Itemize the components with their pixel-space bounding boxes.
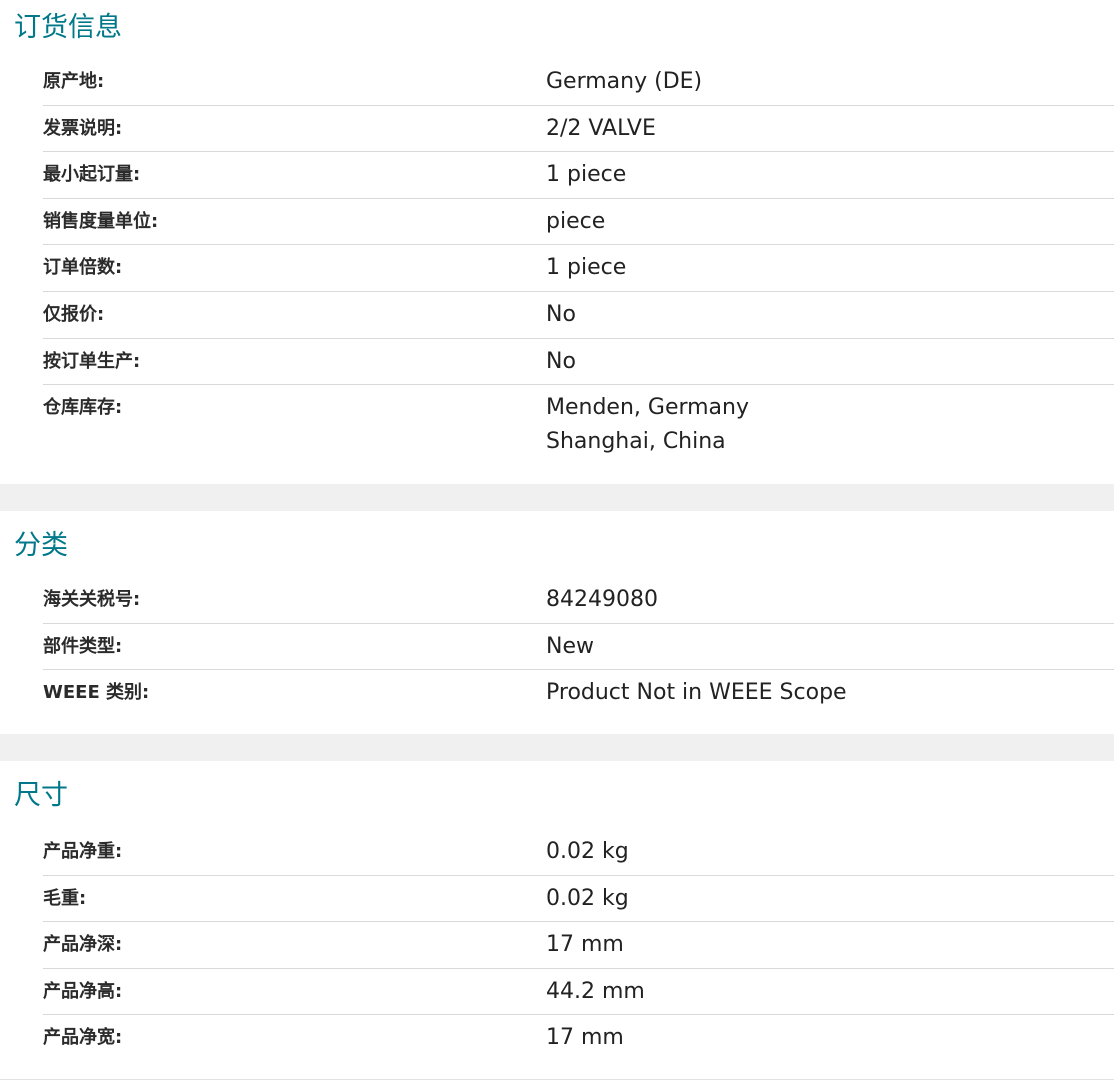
row-net-depth: 产品净深: 17 mm — [43, 922, 1114, 969]
row-quote-only: 仅报价: No — [43, 292, 1114, 339]
dimensions-section: 尺寸 产品净重: 0.02 kg 毛重: 0.02 kg 产品净深: 17 mm… — [0, 761, 1114, 1079]
classification-list: 海关关税号: 84249080 部件类型: New WEEE 类别: Produ… — [43, 577, 1114, 717]
row-value: New — [546, 633, 594, 659]
row-net-width: 产品净宽: 17 mm — [43, 1015, 1114, 1062]
row-value: No — [546, 348, 576, 374]
row-value: 0.02 kg — [546, 839, 629, 864]
row-value: 84249080 — [546, 587, 658, 612]
row-weee-category: WEEE 类别: Product Not in WEEE Scope — [43, 670, 1114, 717]
row-value: 17 mm — [546, 932, 624, 958]
row-label: 海关关税号: — [43, 589, 141, 610]
row-label: 销售度量单位: — [43, 210, 159, 232]
row-value: No — [546, 301, 576, 327]
warehouse-location: Shanghai, China — [546, 429, 726, 455]
row-value: 44.2 mm — [546, 978, 645, 1004]
row-label: 仅报价: — [43, 303, 105, 325]
dimensions-list: 产品净重: 0.02 kg 毛重: 0.02 kg 产品净深: 17 mm 产品… — [43, 829, 1114, 1062]
row-warehouse-stock: 仓库库存: Menden, Germany Shanghai, China — [43, 385, 1114, 460]
row-value: 1 piece — [546, 255, 627, 281]
row-made-to-order: 按订单生产: No — [43, 339, 1114, 386]
row-value: Germany (DE) — [546, 69, 703, 94]
order-info-list: 原产地: Germany (DE) 发票说明: 2/2 VALVE 最小起订量:… — [43, 59, 1114, 460]
row-value: Product Not in WEEE Scope — [546, 680, 847, 706]
row-label: 发票说明: — [43, 117, 123, 139]
section-divider — [0, 734, 1114, 761]
row-value: Menden, Germany Shanghai, China — [546, 385, 749, 459]
row-label: 订单倍数: — [43, 257, 123, 279]
row-sales-unit: 销售度量单位: piece — [43, 199, 1114, 246]
row-value: 17 mm — [546, 1025, 624, 1051]
row-net-weight: 产品净重: 0.02 kg — [43, 829, 1114, 876]
row-net-height: 产品净高: 44.2 mm — [43, 969, 1114, 1016]
order-info-section: 订货信息 原产地: Germany (DE) 发票说明: 2/2 VALVE 最… — [0, 0, 1114, 484]
row-label: 按订单生产: — [43, 350, 141, 372]
row-minimum-order-quantity: 最小起订量: 1 piece — [43, 152, 1114, 199]
row-country-of-origin: 原产地: Germany (DE) — [43, 59, 1114, 106]
row-label: 毛重: — [43, 887, 87, 909]
row-label: 部件类型: — [43, 635, 123, 657]
classification-title: 分类 — [14, 530, 68, 561]
row-value: 2/2 VALVE — [546, 115, 656, 141]
row-label: 产品净高: — [43, 980, 123, 1002]
row-value: 0.02 kg — [546, 885, 629, 911]
row-order-multiple: 订单倍数: 1 piece — [43, 245, 1114, 292]
row-label: 仓库库存: — [43, 397, 123, 419]
row-customs-tariff-number: 海关关税号: 84249080 — [43, 577, 1114, 624]
row-label: WEEE 类别: — [43, 682, 150, 704]
order-info-title: 订货信息 — [14, 12, 122, 43]
row-invoice-description: 发票说明: 2/2 VALVE — [43, 106, 1114, 153]
row-part-type: 部件类型: New — [43, 624, 1114, 671]
row-label: 原产地: — [43, 71, 105, 92]
warehouse-location: Menden, Germany — [546, 395, 750, 421]
row-value: piece — [546, 208, 606, 234]
product-details-page: 订货信息 原产地: Germany (DE) 发票说明: 2/2 VALVE 最… — [0, 0, 1114, 1080]
section-divider — [0, 484, 1114, 511]
row-label: 产品净深: — [43, 934, 123, 956]
row-value: 1 piece — [546, 162, 627, 188]
row-gross-weight: 毛重: 0.02 kg — [43, 876, 1114, 923]
dimensions-title: 尺寸 — [14, 780, 68, 811]
row-label: 最小起订量: — [43, 164, 141, 186]
classification-section: 分类 海关关税号: 84249080 部件类型: New WEEE 类别: Pr… — [0, 511, 1114, 734]
row-label: 产品净重: — [43, 841, 123, 862]
row-label: 产品净宽: — [43, 1027, 123, 1049]
